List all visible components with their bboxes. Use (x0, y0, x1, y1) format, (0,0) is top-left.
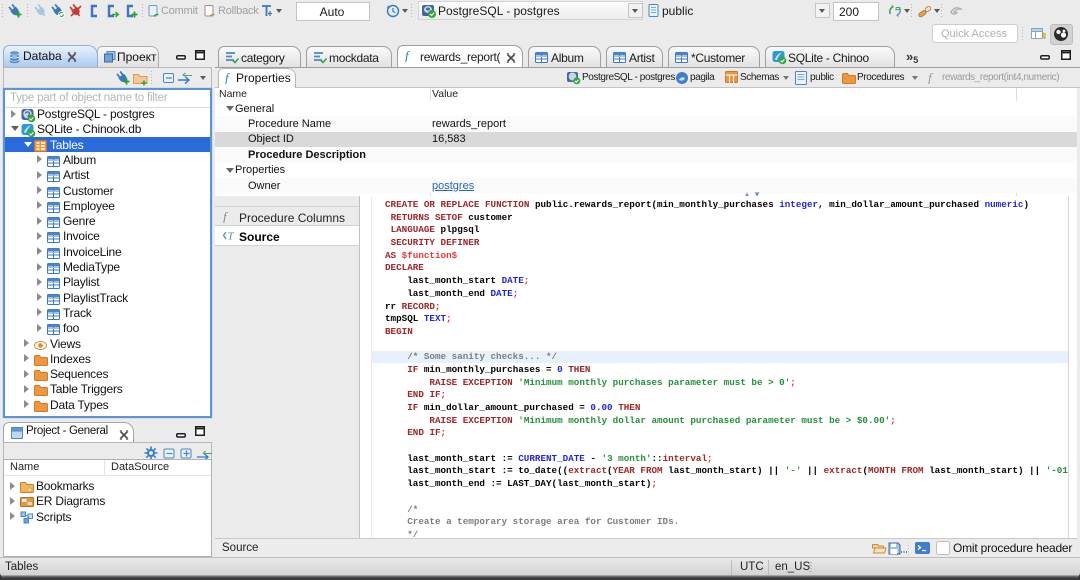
svg-text:f: f (928, 71, 934, 84)
svg-text:T: T (228, 231, 235, 243)
svg-text:f: f (223, 210, 229, 223)
svg-text:f: f (225, 71, 231, 84)
svg-text:f: f (405, 49, 411, 62)
